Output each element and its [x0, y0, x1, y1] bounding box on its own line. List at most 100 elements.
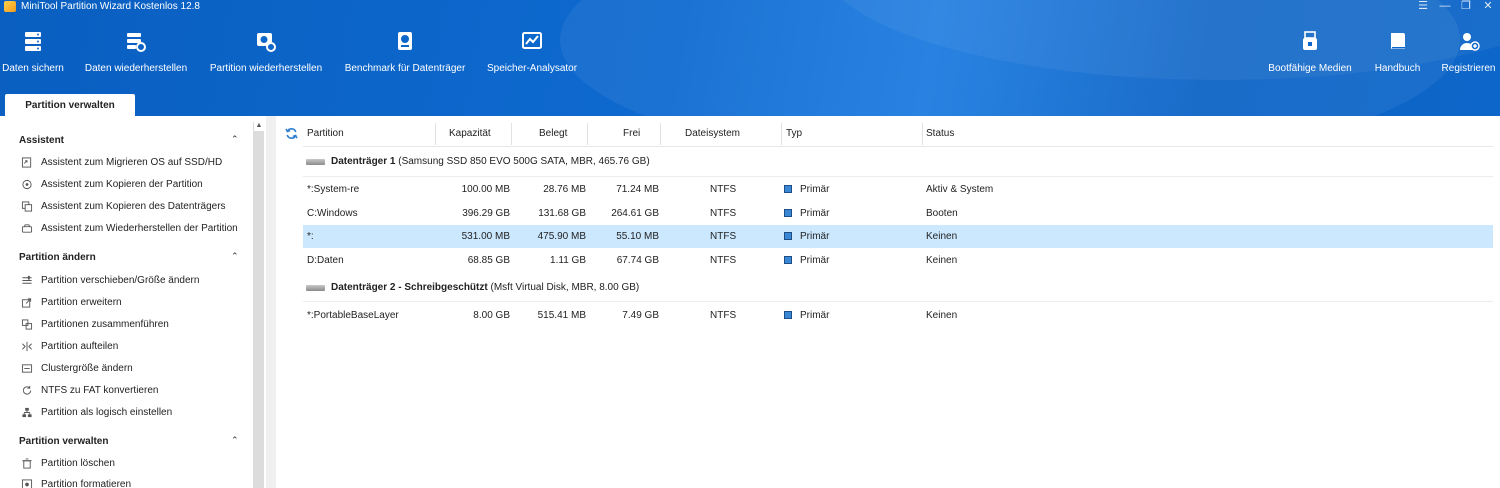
sidebar-item-label: Assistent zum Kopieren der Partition: [41, 179, 203, 190]
disk-title: Datenträger 1 (Samsung SSD 850 EVO 500G …: [331, 156, 650, 167]
sidebar-scrollbar[interactable]: [253, 122, 264, 488]
merge-icon: [21, 319, 33, 330]
sidebar-item-label: Assistent zum Kopieren des Datenträgers: [41, 201, 226, 212]
close-icon[interactable]: ✕: [1480, 0, 1496, 13]
register-button[interactable]: Registrieren: [1440, 30, 1497, 75]
sidebar-section-title[interactable]: Assistent: [19, 135, 64, 146]
table-row[interactable]: C:Windows 396.29 GB 131.68 GB 264.61 GB …: [303, 202, 1493, 225]
cell-free: 55.10 MB: [616, 231, 659, 242]
manual-label: Handbuch: [1374, 63, 1421, 74]
table-row-selected[interactable]: *: 531.00 MB 475.90 MB 55.10 MB NTFS Pri…: [303, 225, 1493, 248]
sidebar-item-label: Partitionen zusammenführen: [41, 319, 169, 330]
sidebar-item-label: Partition verschieben/Größe ändern: [41, 275, 200, 286]
sidebar-item-migrate-os[interactable]: Assistent zum Migrieren OS auf SSD/HD: [21, 156, 251, 170]
column-separator[interactable]: [781, 123, 782, 145]
split-icon: [22, 341, 32, 352]
space-analyzer-button[interactable]: Speicher-Analysator: [487, 30, 577, 75]
table-row[interactable]: *:PortableBaseLayer 8.00 GB 515.41 MB 7.…: [303, 304, 1493, 327]
panel-divider[interactable]: [266, 116, 276, 488]
table-row[interactable]: D:Daten 68.85 GB 1.11 GB 67.74 GB NTFS P…: [303, 249, 1493, 272]
cell-free: 264.61 GB: [611, 208, 659, 219]
disk-header[interactable]: Datenträger 1 (Samsung SSD 850 EVO 500G …: [306, 156, 1206, 170]
cell-filesystem: NTFS: [710, 310, 737, 321]
resize-icon: [22, 275, 32, 284]
collapse-caret-icon[interactable]: ⌃: [231, 251, 239, 262]
sidebar-item-label: Assistent zum Migrieren OS auf SSD/HD: [41, 157, 223, 168]
title-bar: MiniTool Partition Wizard Kostenlos 12.8…: [0, 0, 1500, 14]
app-window: MiniTool Partition Wizard Kostenlos 12.8…: [0, 0, 1500, 488]
sidebar-item-label: Partition als logisch einstellen: [41, 407, 173, 418]
column-separator[interactable]: [660, 123, 661, 145]
sidebar-item-extend[interactable]: Partition erweitern: [21, 296, 251, 310]
maximize-icon[interactable]: ❐: [1458, 0, 1474, 13]
backup-button[interactable]: Daten sichern: [2, 30, 64, 75]
partition-recovery-button[interactable]: Partition wiederherstellen: [208, 30, 324, 75]
sidebar-item-convert-ntfs-fat[interactable]: NTFS zu FAT konvertieren: [21, 384, 251, 398]
cell-used: 28.76 MB: [543, 184, 586, 195]
sidebar-item-merge[interactable]: Partitionen zusammenführen: [21, 318, 251, 332]
column-header-used[interactable]: Belegt: [539, 128, 567, 139]
data-recovery-label: Daten wiederherstellen: [84, 63, 188, 74]
window-title: MiniTool Partition Wizard Kostenlos 12.8: [21, 1, 200, 12]
primary-type-icon: [784, 185, 792, 193]
column-header-free[interactable]: Frei: [623, 128, 640, 139]
refresh-icon[interactable]: [285, 127, 298, 140]
sidebar-section-title[interactable]: Partition verwalten: [19, 436, 108, 447]
cell-partition: *:System-re: [307, 184, 360, 195]
cell-free: 71.24 MB: [616, 184, 659, 195]
primary-type-icon: [784, 209, 792, 217]
bootable-media-button[interactable]: Bootfähige Medien: [1266, 30, 1354, 75]
column-separator[interactable]: [587, 123, 588, 145]
disk-header[interactable]: Datenträger 2 - Schreibgeschützt (Msft V…: [306, 282, 1206, 296]
column-header-capacity[interactable]: Kapazität: [449, 128, 491, 139]
partition-table-panel: [276, 116, 1500, 488]
partition-recovery-label: Partition wiederherstellen: [209, 63, 323, 74]
cell-used: 131.68 GB: [538, 208, 586, 219]
manual-button[interactable]: Handbuch: [1374, 30, 1421, 75]
tab-partition-manage[interactable]: Partition verwalten: [5, 94, 135, 116]
collapse-caret-icon[interactable]: ⌃: [231, 134, 239, 145]
collapse-caret-icon[interactable]: ⌃: [231, 435, 239, 446]
column-separator[interactable]: [435, 123, 436, 145]
disk-name: Datenträger 1: [331, 156, 396, 167]
disk-benchmark-button[interactable]: Benchmark für Datenträger: [343, 30, 467, 75]
cell-partition: *:PortableBaseLayer: [307, 310, 399, 321]
column-header-status[interactable]: Status: [926, 128, 954, 139]
cell-used: 1.11 GB: [550, 255, 586, 266]
minimize-icon[interactable]: —: [1437, 0, 1453, 13]
cell-partition: D:Daten: [307, 255, 344, 266]
disk-benchmark-icon: [398, 32, 412, 50]
cell-status: Keinen: [926, 231, 958, 242]
column-header-partition[interactable]: Partition: [307, 128, 344, 139]
sidebar-item-copy-disk[interactable]: Assistent zum Kopieren des Datenträgers: [21, 200, 251, 214]
row-divider: [303, 301, 1493, 302]
sidebar-item-cluster-size[interactable]: Clustergröße ändern: [21, 362, 251, 376]
column-header-type[interactable]: Typ: [786, 128, 802, 139]
menu-icon[interactable]: ☰: [1415, 0, 1431, 13]
sidebar-item-resize[interactable]: Partition verschieben/Größe ändern: [21, 274, 251, 288]
sidebar-item-restore-partition[interactable]: Assistent zum Wiederherstellen der Parti…: [21, 222, 251, 236]
table-row[interactable]: *:System-re 100.00 MB 28.76 MB 71.24 MB …: [303, 178, 1493, 201]
sidebar-section-title[interactable]: Partition ändern: [19, 252, 96, 263]
cell-free: 67.74 GB: [616, 255, 659, 266]
sidebar-item-delete[interactable]: Partition löschen: [21, 457, 251, 471]
sidebar-item-split[interactable]: Partition aufteilen: [21, 340, 251, 354]
disk-details: (Msft Virtual Disk, MBR, 8.00 GB): [490, 282, 640, 293]
hard-disk-icon: [306, 159, 325, 165]
column-separator[interactable]: [922, 123, 923, 145]
column-header-filesystem[interactable]: Dateisystem: [685, 128, 740, 139]
data-recovery-button[interactable]: Daten wiederherstellen: [84, 30, 188, 75]
column-separator[interactable]: [511, 123, 512, 145]
disk-name: Datenträger 2: [331, 282, 396, 293]
sidebar-item-copy-partition[interactable]: Assistent zum Kopieren der Partition: [21, 178, 251, 192]
space-analyzer-label: Speicher-Analysator: [487, 63, 578, 74]
scroll-up-icon[interactable]: ▲: [254, 121, 264, 131]
cell-filesystem: NTFS: [710, 184, 737, 195]
partition-recovery-icon: [257, 33, 276, 52]
header-divider: [303, 146, 1493, 147]
data-recovery-icon: [127, 33, 146, 52]
space-analyzer-icon: [522, 32, 542, 49]
sidebar-item-set-logical[interactable]: Partition als logisch einstellen: [21, 406, 251, 420]
sidebar-item-format[interactable]: Partition formatieren: [21, 478, 251, 488]
primary-type-icon: [784, 256, 792, 264]
